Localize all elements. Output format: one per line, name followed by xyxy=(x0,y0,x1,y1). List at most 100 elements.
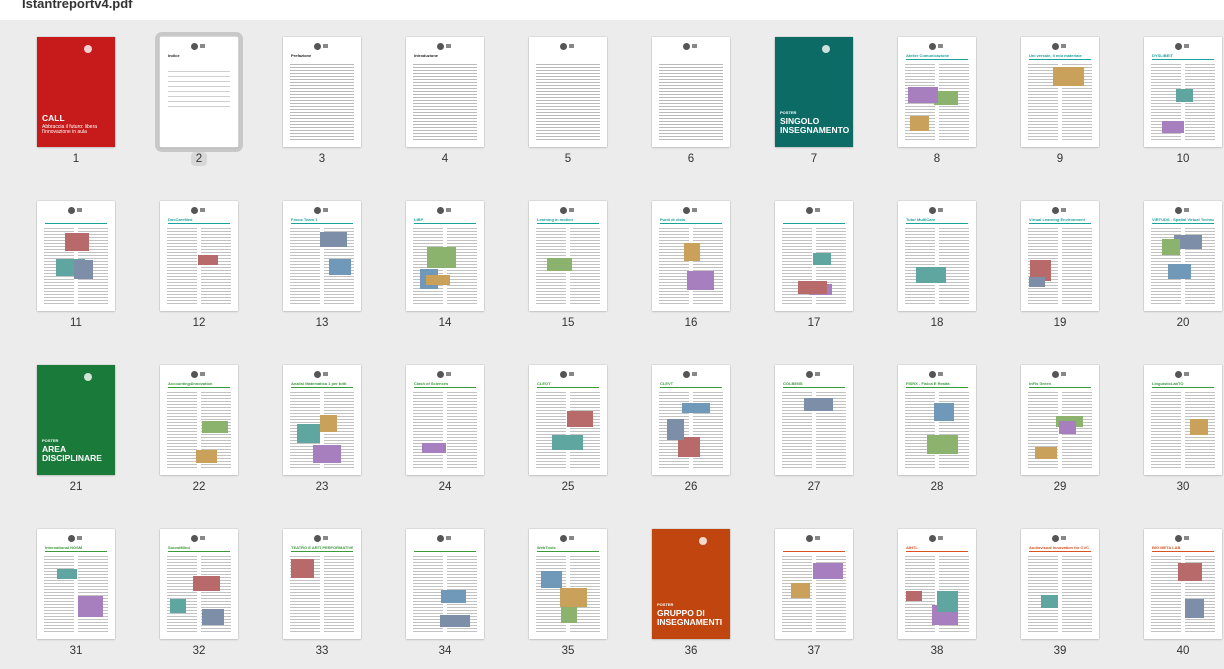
logo-mark-icon xyxy=(1061,44,1066,48)
page-thumbnail-29[interactable]: InFIs Green 29 xyxy=(1014,365,1114,505)
accent-rule xyxy=(414,387,476,388)
page-thumbnail-32[interactable]: SoundMind 32 xyxy=(153,529,253,669)
accent-rule xyxy=(168,223,230,224)
page-thumbnail-40[interactable]: BIG META LAB 40 xyxy=(1137,529,1224,669)
page-thumbnail-2[interactable]: Indice 2 xyxy=(153,32,253,177)
page-number-label: 21 xyxy=(30,481,122,493)
poster-figure xyxy=(193,576,220,591)
page-thumbnail-27[interactable]: COLBENS 27 xyxy=(768,365,868,505)
page-number-label: 39 xyxy=(1014,645,1106,657)
page-thumbnail-5[interactable]: 5 xyxy=(522,37,622,177)
page-thumbnail-4[interactable]: Introduzione 4 xyxy=(399,37,499,177)
page-preview: Atelier Comunicazione xyxy=(898,37,976,147)
page-number: 26 xyxy=(684,481,698,493)
page-thumbnail-17[interactable]: 17 xyxy=(768,201,868,341)
page-heading: SoundMind xyxy=(168,545,190,550)
university-logo-icon xyxy=(191,43,198,50)
poster-figure xyxy=(1029,277,1045,287)
university-logo-icon xyxy=(314,43,321,50)
university-logo-icon xyxy=(68,207,75,214)
university-logo-icon xyxy=(437,535,444,542)
page-thumbnail-10[interactable]: DYSLIBEIT 10 xyxy=(1137,37,1224,177)
poster-figure xyxy=(78,596,103,617)
logo-mark-icon xyxy=(446,208,451,212)
poster-figure xyxy=(678,437,700,457)
page-thumbnail-35[interactable]: WebTools 35 xyxy=(522,529,622,669)
page-preview: POSTER AREA DISCIPLINARE xyxy=(37,365,115,475)
page-thumbnail-31[interactable]: International NOSM 31 xyxy=(30,529,130,669)
cover-sub: Abbraccia il futuro: libera l'innovazion… xyxy=(42,123,98,135)
page-thumbnail-38[interactable]: AIHTL 38 xyxy=(891,529,991,669)
page-thumbnail-36[interactable]: POSTER GRUPPO DI INSEGNAMENTI 36 xyxy=(645,529,745,669)
page-number-label: 28 xyxy=(891,481,983,493)
logo-mark-icon xyxy=(1184,44,1189,48)
text-lines xyxy=(659,63,723,141)
page-thumbnail-11[interactable]: 11 xyxy=(30,201,130,341)
page-thumbnail-8[interactable]: Atelier Comunicazione 8 xyxy=(891,37,991,177)
accent-rule xyxy=(660,223,722,224)
logo-mark-icon xyxy=(200,372,205,376)
poster-figure xyxy=(1035,447,1057,459)
poster-figure xyxy=(202,421,228,433)
page-thumbnail-6[interactable]: 6 xyxy=(645,37,745,177)
page-number-label: 33 xyxy=(276,645,368,657)
page-thumbnail-39[interactable]: Audiovisual Innovation for CVC 39 xyxy=(1014,529,1114,669)
page-thumbnail-7[interactable]: POSTER SINGOLO INSEGNAMENTO 7 xyxy=(768,37,868,177)
logo-mark-icon xyxy=(938,44,943,48)
poster-figure xyxy=(916,267,946,283)
page-thumbnail-24[interactable]: Clash of Sciences 24 xyxy=(399,365,499,505)
page-thumbnail-13[interactable]: Focus Team 1 13 xyxy=(276,201,376,341)
poster-figure xyxy=(552,435,583,450)
page-number-label: 1 xyxy=(30,153,122,165)
page-number-label: 22 xyxy=(153,481,245,493)
page-thumbnail-12[interactable]: DocCareMed 12 xyxy=(153,201,253,341)
text-lines xyxy=(536,391,600,469)
page-thumbnail-33[interactable]: TEATRO E ARTI PERFORMATIVE 33 xyxy=(276,529,376,669)
accent-rule xyxy=(783,551,845,552)
poster-figure xyxy=(804,398,833,411)
page-heading: International NOSM xyxy=(45,545,83,550)
page-thumbnail-23[interactable]: Analisi Matematica 1 per tutti 23 xyxy=(276,365,376,505)
page-number: 24 xyxy=(438,481,452,493)
page-heading: VIRTUDS - Spatial Virtual Technology xyxy=(1152,217,1214,222)
university-logo-icon xyxy=(560,43,567,50)
page-heading: Introduzione xyxy=(414,53,438,58)
accent-rule xyxy=(168,551,230,552)
page-number-label: 14 xyxy=(399,317,491,329)
logo-mark-icon xyxy=(938,372,943,376)
university-logo-icon xyxy=(1175,43,1182,50)
page-thumbnail-34[interactable]: 34 xyxy=(399,529,499,669)
poster-figure xyxy=(567,411,593,427)
page-thumbnail-37[interactable]: 37 xyxy=(768,529,868,669)
page-thumbnail-14[interactable]: LIBP 14 xyxy=(399,201,499,341)
accent-rule xyxy=(414,551,476,552)
page-number-label: 25 xyxy=(522,481,614,493)
page-thumbnail-1[interactable]: CALL Abbraccia il futuro: libera l'innova… xyxy=(30,37,130,177)
page-thumbnail-20[interactable]: VIRTUDS - Spatial Virtual Technology 20 xyxy=(1137,201,1224,341)
page-thumbnail-15[interactable]: Learning in motion 15 xyxy=(522,201,622,341)
page-thumbnail-18[interactable]: Tutor MultiCare 18 xyxy=(891,201,991,341)
page-number-label: 24 xyxy=(399,481,491,493)
page-thumbnail-19[interactable]: Virtual Learning Environment 19 xyxy=(1014,201,1114,341)
page-number: 11 xyxy=(70,317,82,329)
page-number: 14 xyxy=(438,317,452,329)
page-number: 10 xyxy=(1176,153,1190,165)
page-number-label: 18 xyxy=(891,317,983,329)
page-number: 15 xyxy=(561,317,575,329)
page-thumbnail-25[interactable]: CLEOT 25 xyxy=(522,365,622,505)
poster-figure xyxy=(934,403,954,421)
page-thumbnail-21[interactable]: POSTER AREA DISCIPLINARE 21 xyxy=(30,365,130,505)
page-thumbnail-26[interactable]: CLEVT 26 xyxy=(645,365,745,505)
page-thumbnail-28[interactable]: FISRX - Fisica E Realtà 28 xyxy=(891,365,991,505)
page-number: 32 xyxy=(192,645,206,657)
page-thumbnail-grid: CALL Abbraccia il futuro: libera l'innova… xyxy=(0,20,1224,661)
poster-figure xyxy=(937,591,958,612)
poster-figure xyxy=(291,559,314,578)
page-thumbnail-16[interactable]: Punti di vista 16 xyxy=(645,201,745,341)
page-preview: CLEOT xyxy=(529,365,607,475)
page-thumbnail-30[interactable]: LinguisticLabTO 30 xyxy=(1137,365,1224,505)
page-number: 20 xyxy=(1176,317,1190,329)
page-thumbnail-9[interactable]: Uni versale, il mio materiale 9 xyxy=(1014,37,1114,177)
page-thumbnail-22[interactable]: Accounting4Innovation 22 xyxy=(153,365,253,505)
page-thumbnail-3[interactable]: Prefazione 3 xyxy=(276,37,376,177)
